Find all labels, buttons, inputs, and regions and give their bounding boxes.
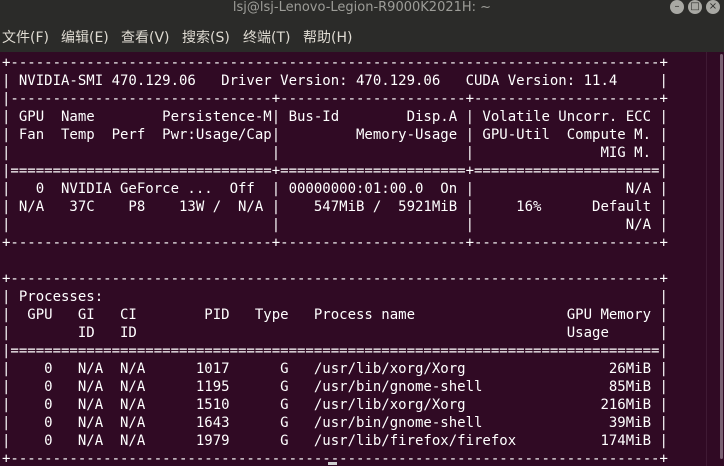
terminal-line: +-------------------------------+-------… (2, 235, 668, 251)
terminal-line: | 0 N/A N/A 1979 G /usr/lib/firefox/fire… (2, 433, 668, 449)
scrollbar-thumb[interactable] (720, 54, 723, 459)
minimize-icon[interactable]: – (670, 0, 684, 14)
terminal-line: +---------------------------------------… (2, 271, 668, 287)
window-title: lsj@lsj-Lenovo-Legion-R9000K2021H: ~ (232, 0, 492, 15)
terminal-line: | N/A 37C P8 13W / N/A | 547MiB / 5921Mi… (2, 199, 668, 215)
menu-search[interactable]: 搜索(S) (182, 29, 230, 47)
terminal-output[interactable]: +---------------------------------------… (0, 52, 706, 466)
maximize-icon[interactable]: □ (688, 0, 702, 14)
menu-bar: 文件(F) 编辑(E) 查看(V) 搜索(S) 终端(T) 帮助(H) (0, 24, 724, 52)
menu-help[interactable]: 帮助(H) (303, 29, 352, 47)
menu-edit[interactable]: 编辑(E) (61, 29, 109, 47)
terminal-line: |=======================================… (2, 343, 668, 359)
terminal-line: | Processes: | (2, 289, 668, 305)
menu-terminal[interactable]: 终端(T) (243, 29, 290, 47)
terminal-line: | GPU GI CI PID Type Process name GPU Me… (2, 307, 668, 323)
menu-view[interactable]: 查看(V) (121, 29, 170, 47)
terminal-line: | ID ID Usage | (2, 325, 668, 341)
terminal-cursor (328, 462, 337, 465)
terminal-line: | | | N/A | (2, 217, 668, 233)
terminal-line: | 0 NVIDIA GeForce ... Off | 00000000:01… (2, 181, 668, 197)
terminal-line: |-------------------------------+-------… (2, 91, 668, 107)
title-bar[interactable]: lsj@lsj-Lenovo-Legion-R9000K2021H: ~ – □… (0, 0, 724, 24)
terminal-line: | 0 N/A N/A 1017 G /usr/lib/xorg/Xorg 26… (2, 361, 668, 377)
terminal-line: | | | MIG M. | (2, 145, 668, 161)
vertical-scrollbar[interactable] (706, 52, 724, 466)
terminal-line: | NVIDIA-SMI 470.129.06 Driver Version: … (2, 73, 668, 89)
terminal-line: |===============================+=======… (2, 163, 668, 179)
terminal-line: +---------------------------------------… (2, 55, 668, 71)
close-icon[interactable]: × (706, 0, 720, 14)
menu-file[interactable]: 文件(F) (2, 29, 49, 47)
terminal-line: | GPU Name Persistence-M| Bus-Id Disp.A … (2, 109, 668, 125)
terminal-line: | Fan Temp Perf Pwr:Usage/Cap| Memory-Us… (2, 127, 668, 143)
terminal-line: | 0 N/A N/A 1643 G /usr/bin/gnome-shell … (2, 415, 668, 431)
terminal-window: lsj@lsj-Lenovo-Legion-R9000K2021H: ~ – □… (0, 0, 724, 466)
terminal-line: | 0 N/A N/A 1510 G /usr/lib/xorg/Xorg 21… (2, 397, 668, 413)
terminal-line: | 0 N/A N/A 1195 G /usr/bin/gnome-shell … (2, 379, 668, 395)
